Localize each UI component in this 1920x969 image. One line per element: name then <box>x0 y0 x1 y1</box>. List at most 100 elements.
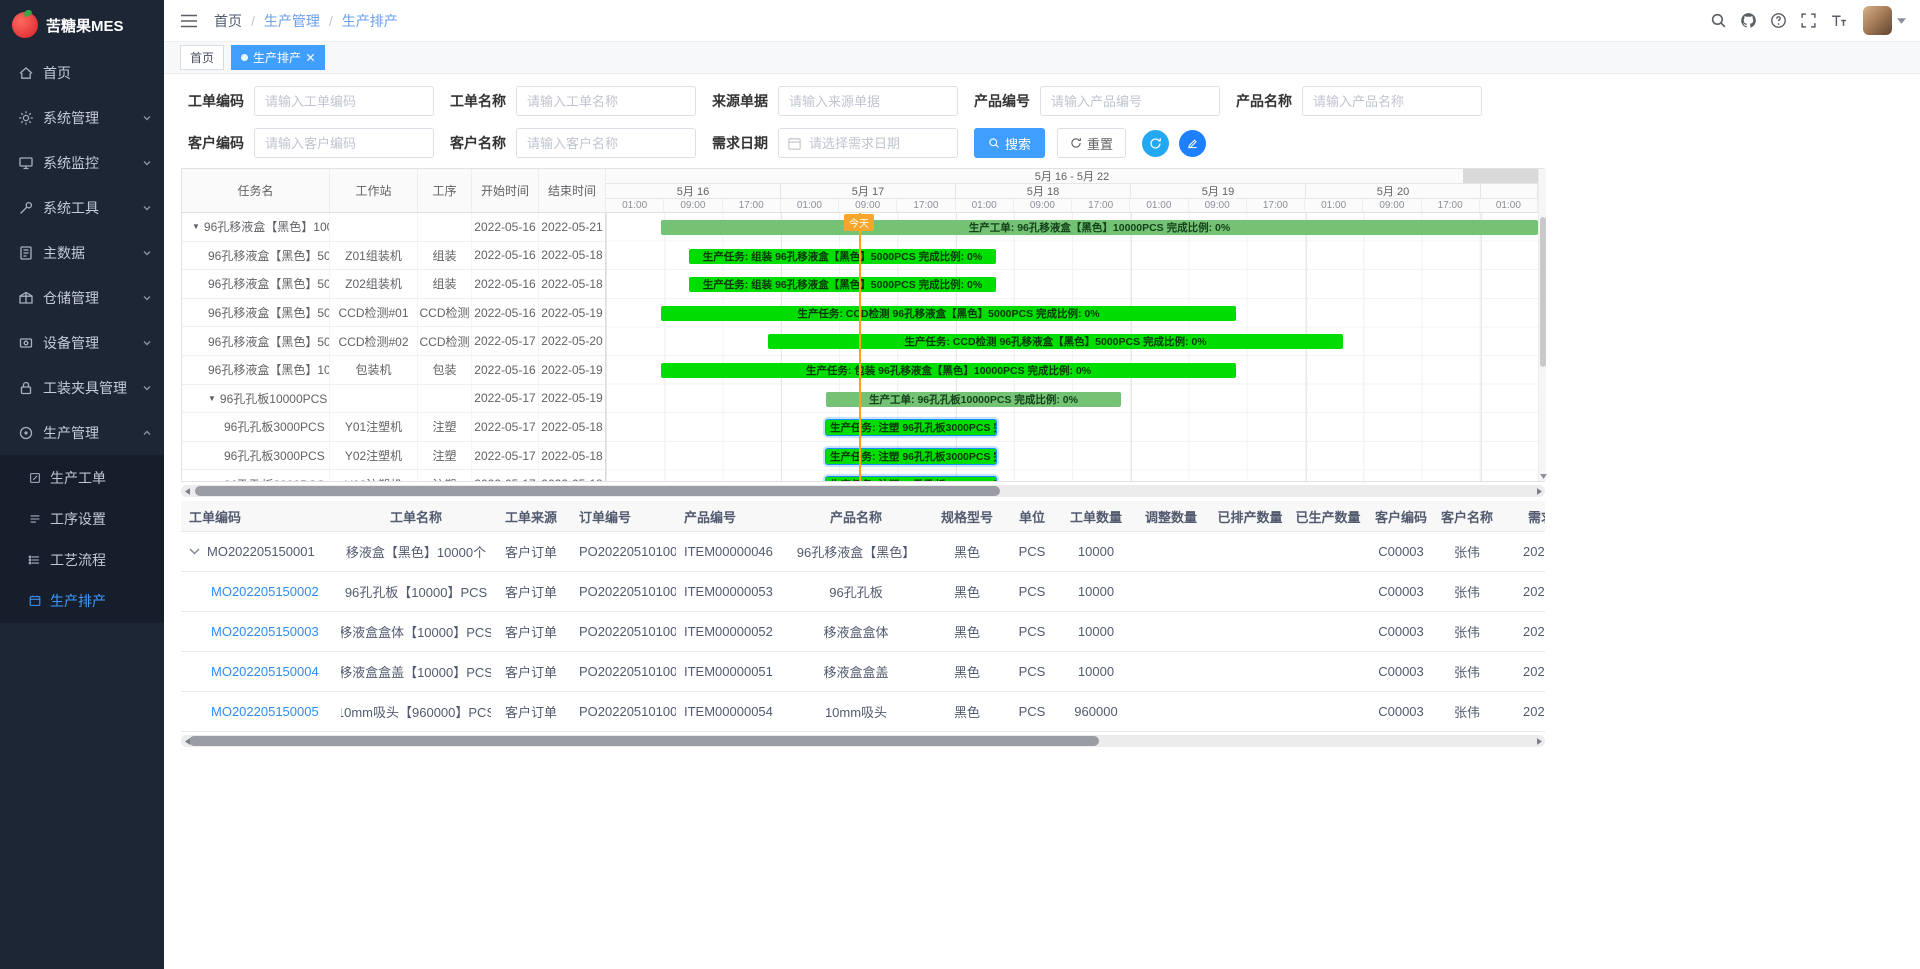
work-order-row[interactable]: MO20220515000296孔孔板【10000】PCS客户订单PO20220… <box>181 572 1545 612</box>
gantt-task-row[interactable]: 96孔移液盒【黑色】5000PCSZ02组装机组装2022-05-162022-… <box>182 270 605 299</box>
sidebar-item-home[interactable]: 首页 <box>0 50 164 95</box>
gantt-task-row[interactable]: 96孔移液盒【黑色】10000PCS包装机包装2022-05-162022-05… <box>182 356 605 385</box>
gantt-vscroll-thumb[interactable] <box>1540 217 1546 367</box>
breadcrumb-item[interactable]: 首页 <box>214 11 242 31</box>
gantt-task-row[interactable]: 96孔移液盒【黑色】5000PCSZ01组装机组装2022-05-162022-… <box>182 242 605 271</box>
gantt-bar-order[interactable]: 生产工单: 96孔孔板10000PCS 完成比例: 0% <box>826 392 1121 407</box>
work-order-code-link[interactable]: MO202205150004 <box>211 664 319 679</box>
close-icon[interactable] <box>306 53 315 62</box>
fullscreen-icon[interactable] <box>1800 12 1817 29</box>
arrow-right-icon[interactable] <box>1533 735 1545 747</box>
sidebar-item-equipment-mgmt[interactable]: 设备管理 <box>0 320 164 365</box>
gantt-task-row[interactable]: 96孔移液盒【黑色】5000PCSCCD检测#01CCD检测2022-05-16… <box>182 299 605 328</box>
sidebar-item-system-mgmt[interactable]: 系统管理 <box>0 95 164 140</box>
task-name-text: 96孔孔板3000PCS <box>224 476 325 481</box>
filter-label: 工单名称 <box>450 91 506 111</box>
work-order-row[interactable]: MO20220515000510mm吸头【960000】PCS客户订单PO202… <box>181 692 1545 732</box>
tab-scheduling[interactable]: 生产排产 <box>231 45 325 70</box>
gantt-bar-task[interactable]: 生产任务: 组装 96孔移液盒【黑色】5000PCS 完成比例: 0% <box>689 277 996 292</box>
filter-label: 产品编号 <box>974 91 1030 111</box>
fontsize-icon[interactable] <box>1830 12 1847 29</box>
sidebar-item-master-data[interactable]: 主数据 <box>0 230 164 275</box>
product-no-input[interactable] <box>1040 86 1220 116</box>
work-order-code-link[interactable]: MO202205150003 <box>211 624 319 639</box>
tab-home[interactable]: 首页 <box>180 45 224 70</box>
search-button[interactable]: 搜索 <box>974 128 1045 158</box>
gantt-bar-task[interactable]: 生产任务: CCD检测 96孔移液盒【黑色】5000PCS 完成比例: 0% <box>768 334 1343 349</box>
gantt-hscroll-thumb[interactable] <box>195 486 1000 496</box>
arrow-left-icon[interactable] <box>181 485 193 497</box>
order-column-source: 工单来源 <box>491 501 571 531</box>
collapse-triangle-icon[interactable]: ▼ <box>208 394 216 403</box>
table-hscroll-thumb[interactable] <box>189 736 1099 746</box>
customer-name-input[interactable] <box>516 128 696 158</box>
gantt-task-station: CCD检测#02 <box>330 327 418 355</box>
gantt-bar-task[interactable]: 生产任务: 注塑 96孔孔板3000PCS 完成比例: 0% <box>826 449 996 464</box>
collapse-triangle-icon[interactable]: ▼ <box>192 222 200 231</box>
gantt-horizontal-scrollbar[interactable] <box>181 485 1545 497</box>
table-horizontal-scrollbar[interactable] <box>181 735 1545 747</box>
gantt-task-row[interactable]: 96孔孔板3000PCSY01注塑机注塑2022-05-172022-05-18 <box>182 413 605 442</box>
gantt-bar-task[interactable]: 生产任务: 注塑 96孔孔板3000PCS 完成比例: 0% <box>826 477 996 481</box>
order-cell-adj <box>1131 572 1211 611</box>
gantt-task-row[interactable]: ▼96孔移液盒【黑色】10000PCS2022-05-162022-05-21 <box>182 213 605 242</box>
work-order-code-link[interactable]: MO202205150005 <box>211 704 319 719</box>
customer-code-input[interactable] <box>254 128 434 158</box>
edit-schedule-button[interactable] <box>1179 130 1206 157</box>
gantt-vscroll-down-arrow[interactable] <box>1539 474 1547 479</box>
gantt-bar-task[interactable]: 生产任务: CCD检测 96孔移液盒【黑色】5000PCS 完成比例: 0% <box>661 306 1236 321</box>
gantt-task-row[interactable]: 96孔孔板3000PCSY03注塑机注塑2022-05-172022-05-18 <box>182 470 605 481</box>
sidebar-item-fixture-mgmt[interactable]: 工装夹具管理 <box>0 365 164 410</box>
arrow-left-icon[interactable] <box>181 735 193 747</box>
gantt-bar-task[interactable]: 生产任务: 包装 96孔移液盒【黑色】10000PCS 完成比例: 0% <box>661 363 1236 378</box>
refresh-schedule-button[interactable] <box>1142 130 1169 157</box>
gantt-task-row[interactable]: ▼96孔孔板10000PCS2022-05-172022-05-19 <box>182 385 605 414</box>
question-icon[interactable] <box>1770 12 1787 29</box>
user-menu[interactable] <box>1863 6 1906 35</box>
reset-button[interactable]: 重置 <box>1057 128 1126 158</box>
chevron-up-icon <box>142 428 152 438</box>
wo-code-input[interactable] <box>254 86 434 116</box>
sidebar-item-system-monitor[interactable]: 系统监控 <box>0 140 164 185</box>
sidebar-item-warehouse-mgmt[interactable]: 仓储管理 <box>0 275 164 320</box>
gantt-bar-task[interactable]: 生产任务: 组装 96孔移液盒【黑色】5000PCS 完成比例: 0% <box>689 249 996 264</box>
order-cell-qty: 960000 <box>1061 692 1131 731</box>
warehouse-icon <box>18 290 34 306</box>
menu-fold-icon[interactable] <box>180 14 198 28</box>
arrow-right-icon[interactable] <box>1533 485 1545 497</box>
sidebar-subitem-work-order[interactable]: 生产工单 <box>0 457 164 498</box>
gantt-day-label: 5月 16 <box>606 184 781 198</box>
work-order-code-link[interactable]: MO202205150002 <box>211 584 319 599</box>
breadcrumb-item[interactable]: 生产管理 <box>264 11 320 31</box>
sidebar-subitem-process-flow[interactable]: 工艺流程 <box>0 539 164 580</box>
gantt-task-process: 注塑 <box>418 470 472 481</box>
work-order-row[interactable]: MO202205150001移液盒【黑色】10000个客户订单PO2022051… <box>181 532 1545 572</box>
gantt-task-process: CCD检测 <box>418 327 472 355</box>
sidebar-item-label: 首页 <box>43 63 71 83</box>
gantt-task-start: 2022-05-16 <box>472 356 539 384</box>
sidebar-item-system-tools[interactable]: 系统工具 <box>0 185 164 230</box>
gantt-vertical-scrollbar[interactable] <box>1538 169 1546 481</box>
demand-date-input[interactable] <box>778 128 958 158</box>
gantt-task-row[interactable]: 96孔孔板3000PCSY02注塑机注塑2022-05-172022-05-18 <box>182 442 605 471</box>
gantt-task-row[interactable]: 96孔移液盒【黑色】5000PCSCCD检测#02CCD检测2022-05-17… <box>182 327 605 356</box>
order-column-demand: 需求日期 <box>1499 501 1545 531</box>
order-cell-spec: 黑色 <box>931 572 1003 611</box>
avatar <box>1863 6 1892 35</box>
source-doc-input[interactable] <box>778 86 958 116</box>
wo-name-input[interactable] <box>516 86 696 116</box>
expand-row-icon[interactable] <box>189 548 200 555</box>
github-icon[interactable] <box>1740 12 1757 29</box>
gantt-bar-task[interactable]: 生产任务: 注塑 96孔孔板3000PCS 完成比例: 0% <box>826 420 996 435</box>
task-name-text: 96孔孔板3000PCS <box>224 418 325 435</box>
gantt-bar-label: 生产任务: 注塑 96孔孔板3000PCS 完成比例: 0% <box>830 420 996 435</box>
sidebar-item-production-mgmt[interactable]: 生产管理 <box>0 410 164 455</box>
sidebar-subitem-process-settings[interactable]: 工序设置 <box>0 498 164 539</box>
product-name-input[interactable] <box>1302 86 1482 116</box>
sidebar-subitem-scheduling[interactable]: 生产排产 <box>0 580 164 621</box>
app-logo[interactable]: 苦糖果MES <box>0 0 164 50</box>
work-order-row[interactable]: MO202205150003移液盒盒体【10000】PCS客户订单PO20220… <box>181 612 1545 652</box>
search-icon[interactable] <box>1710 12 1727 29</box>
work-order-row[interactable]: MO202205150004移液盒盒盖【10000】PCS客户订单PO20220… <box>181 652 1545 692</box>
gantt-bar-order[interactable]: 生产工单: 96孔移液盒【黑色】10000PCS 完成比例: 0% <box>661 220 1538 235</box>
